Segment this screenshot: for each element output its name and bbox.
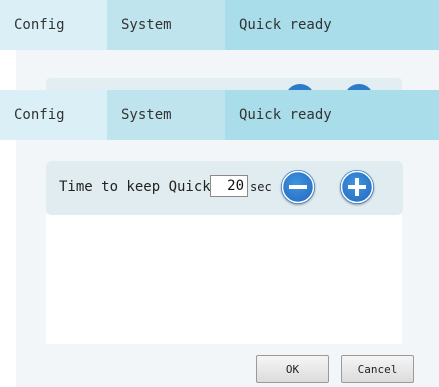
background-tab-config[interactable]: Config xyxy=(0,0,107,50)
tab-config[interactable]: Config xyxy=(0,90,107,140)
quick-time-unit: sec xyxy=(250,180,272,194)
background-tab-system[interactable]: System xyxy=(107,0,225,50)
plus-icon xyxy=(340,170,374,204)
background-tab-quick-ready[interactable]: Quick ready xyxy=(225,0,439,50)
cancel-button[interactable]: Cancel xyxy=(341,355,414,383)
background-tab-bar: Config System Quick ready xyxy=(0,0,439,50)
quick-time-label: Time to keep Quick xyxy=(59,179,211,195)
ok-button[interactable]: OK xyxy=(256,355,329,383)
minus-icon xyxy=(281,170,315,204)
tab-bar: Config System Quick ready xyxy=(0,90,439,140)
decrease-button[interactable] xyxy=(281,170,315,204)
increase-button[interactable] xyxy=(340,170,374,204)
tab-quick-ready[interactable]: Quick ready xyxy=(225,90,439,140)
tab-system[interactable]: System xyxy=(107,90,225,140)
content-area xyxy=(46,214,402,344)
quick-time-setting: Time to keep Quick sec xyxy=(46,161,403,215)
quick-time-input[interactable] xyxy=(210,175,248,197)
